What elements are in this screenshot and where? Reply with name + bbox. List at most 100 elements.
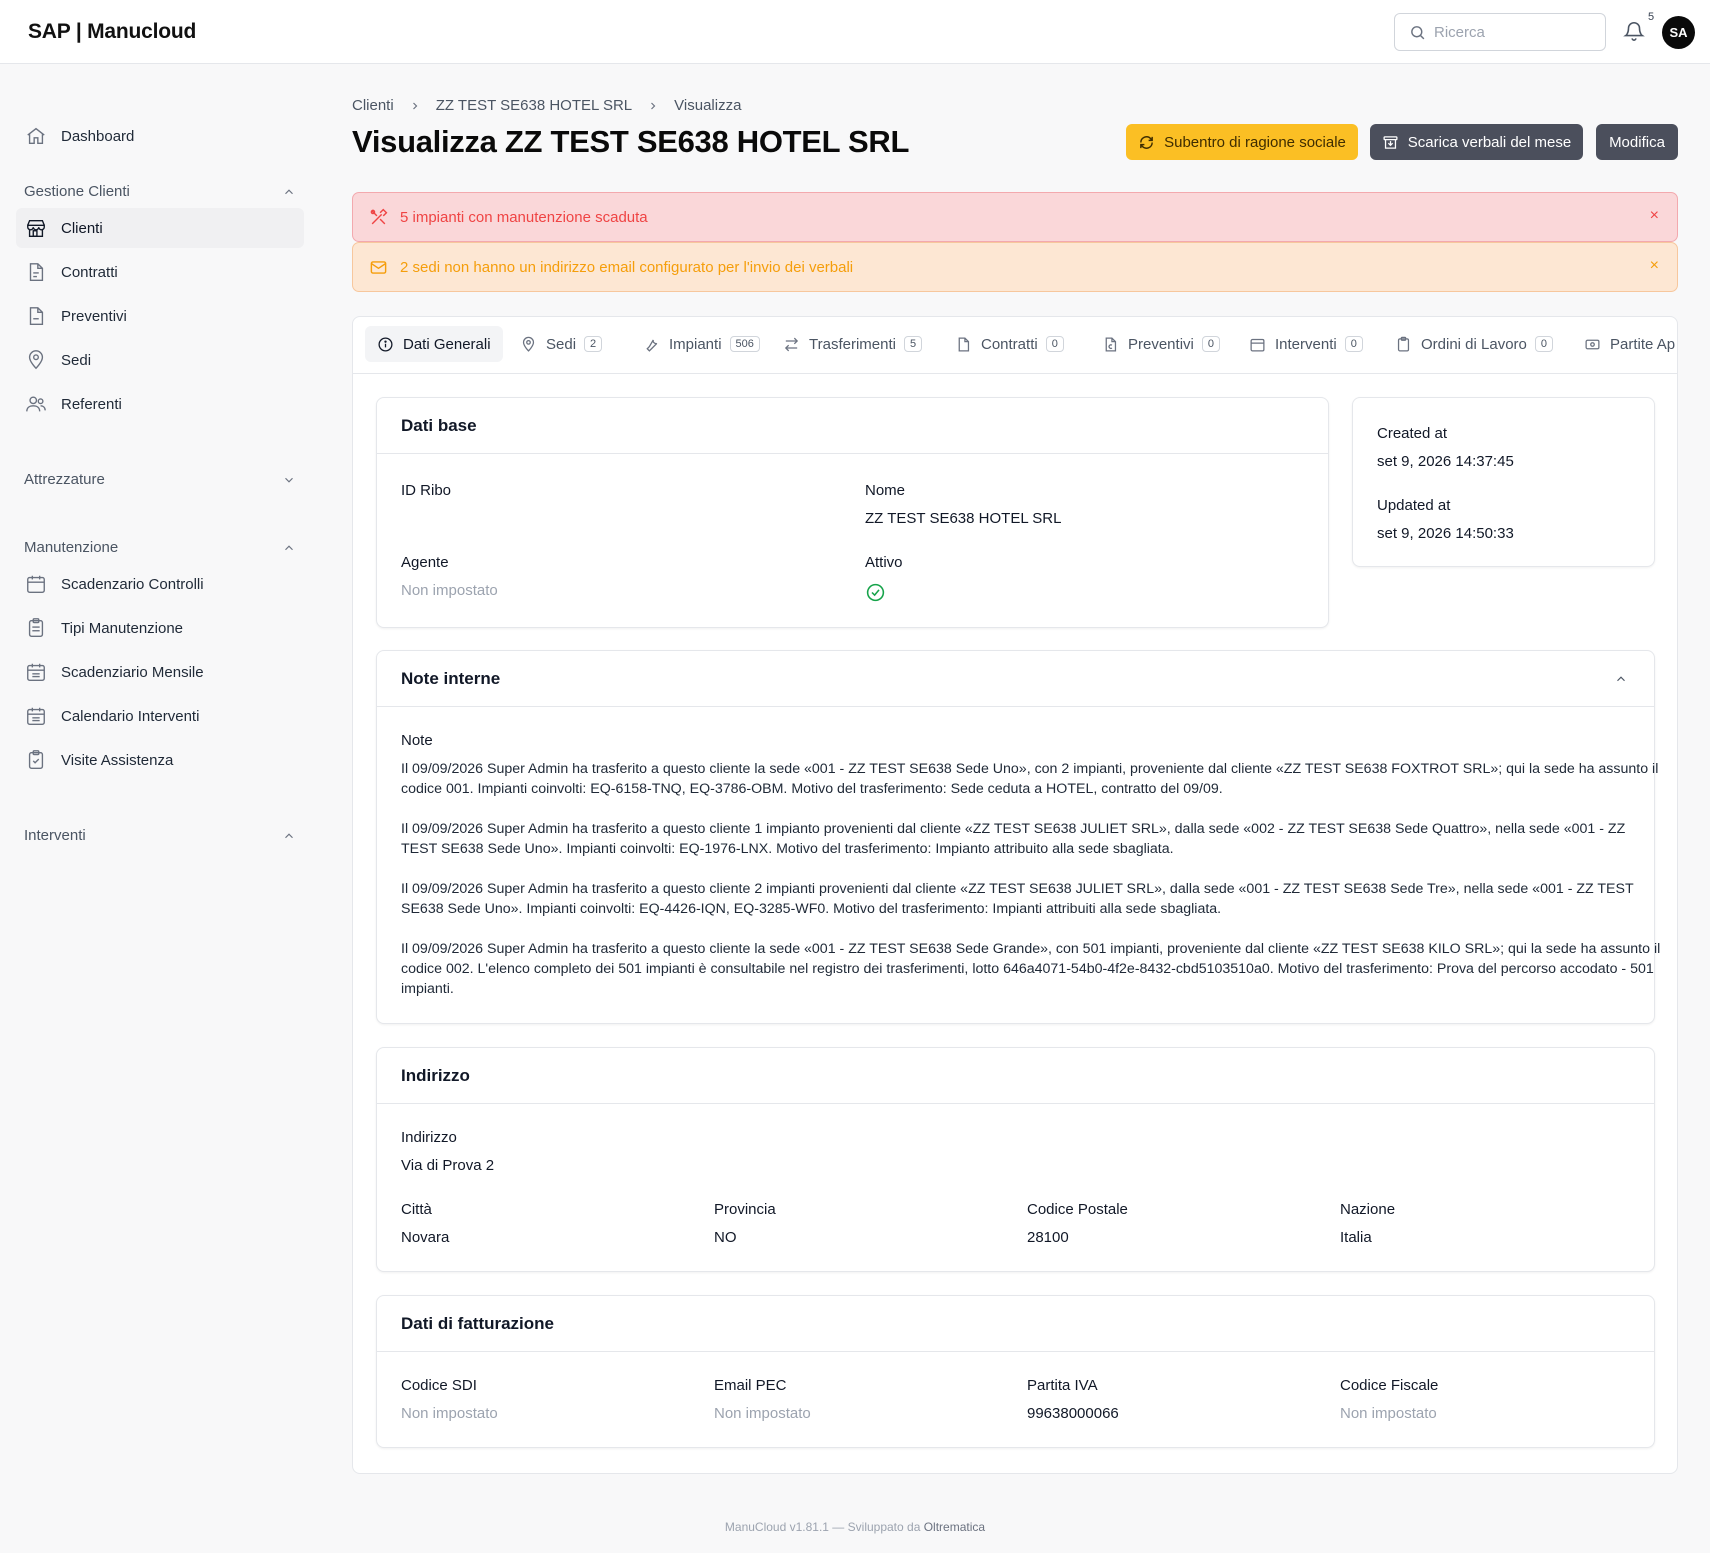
breadcrumb-cliente[interactable]: ZZ TEST SE638 HOTEL SRL: [436, 97, 632, 114]
notifications-count: 5: [1648, 11, 1655, 23]
tab-bar: Dati Generali Sedi 2 Impianti 506 Trasfe…: [353, 317, 1677, 374]
id-ribo-label: ID Ribo: [401, 482, 452, 499]
sidebar-item-preventivi[interactable]: Preventivi: [16, 296, 304, 336]
timestamps-card: Created at set 9, 2026 14:37:45 Updated …: [1352, 397, 1655, 567]
tab-dati-generali[interactable]: Dati Generali: [365, 326, 503, 362]
sidebar-item-dashboard[interactable]: Dashboard: [16, 116, 304, 156]
sidebar-item-label: Tipi Manutenzione: [61, 619, 184, 637]
document-icon: [25, 305, 47, 327]
app-logo[interactable]: SAP | Manucloud: [28, 20, 196, 44]
note-paragraph: Il 09/09/2026 Super Admin ha trasferito …: [401, 941, 1661, 997]
sidebar-item-calendario-interventi[interactable]: Calendario Interventi: [16, 696, 304, 736]
email-alert: 2 sedi non hanno un indirizzo email conf…: [352, 242, 1678, 292]
sidebar-section-manutenzione[interactable]: Manutenzione: [24, 539, 296, 556]
notifications-button[interactable]: [1623, 20, 1645, 42]
sidebar-item-label: Visite Assistenza: [61, 751, 174, 769]
sidebar-item-visite-assistenza[interactable]: Visite Assistenza: [16, 740, 304, 780]
indirizzo-title: Indirizzo: [377, 1048, 1654, 1104]
sidebar-item-clienti[interactable]: Clienti: [16, 208, 304, 248]
sidebar-item-referenti[interactable]: Referenti: [16, 384, 304, 424]
sidebar-section-label: Interventi: [24, 827, 86, 844]
sidebar-item-tipi-manutenzione[interactable]: Tipi Manutenzione: [16, 608, 304, 648]
created-at-label: Created at: [1377, 425, 1448, 442]
chevron-down-icon: [282, 473, 296, 487]
chevron-up-icon: [282, 185, 296, 199]
nome-label: Nome: [865, 482, 906, 499]
sidebar-item-sedi[interactable]: Sedi: [16, 340, 304, 380]
tab-label: Preventivi: [1128, 335, 1194, 353]
tab-preventivi[interactable]: Preventivi 0: [1090, 326, 1232, 362]
scarica-verbali-button[interactable]: Scarica verbali del mese: [1370, 124, 1583, 160]
user-avatar[interactable]: SA: [1662, 16, 1695, 49]
created-at-value: set 9, 2026 14:37:45: [1377, 453, 1514, 470]
document-icon: [955, 336, 972, 353]
tab-count-badge: 2: [584, 336, 603, 352]
email-alert-text: 2 sedi non hanno un indirizzo email conf…: [400, 258, 854, 276]
agente-value: Non impostato: [401, 582, 498, 599]
tab-label: Contratti: [981, 335, 1038, 353]
tab-count-badge: 0: [1344, 336, 1363, 352]
archive-download-icon: [1382, 134, 1399, 151]
note-paragraph: Il 09/09/2026 Super Admin ha trasferito …: [401, 821, 1626, 857]
home-icon: [25, 125, 47, 147]
tab-label: Interventi: [1275, 335, 1337, 353]
tab-sedi[interactable]: Sedi 2: [508, 326, 614, 362]
close-icon[interactable]: ×: [1650, 207, 1659, 225]
sidebar-section-label: Gestione Clienti: [24, 183, 130, 200]
dati-base-card: Dati base ID Ribo Nome ZZ TEST SE638 HOT…: [376, 397, 1329, 628]
note-interne-header[interactable]: Note interne: [377, 651, 1654, 707]
calendar-icon: [25, 573, 47, 595]
tab-label: Ordini di Lavoro: [1421, 335, 1527, 353]
sidebar-section-gestione-clienti[interactable]: Gestione Clienti: [24, 183, 296, 200]
tab-count-badge: 506: [729, 336, 760, 352]
search-icon: [1409, 24, 1426, 41]
updated-at-value: set 9, 2026 14:50:33: [1377, 525, 1514, 542]
tab-partite-aperte[interactable]: Partite Ap: [1572, 326, 1677, 362]
breadcrumb-clienti[interactable]: Clienti: [352, 97, 394, 114]
close-icon[interactable]: ×: [1650, 257, 1659, 275]
tools-icon: [369, 208, 388, 227]
tab-contratti[interactable]: Contratti 0: [943, 326, 1076, 362]
tab-ordini-di-lavoro[interactable]: Ordini di Lavoro 0: [1383, 326, 1565, 362]
sidebar-item-label: Sedi: [61, 351, 92, 369]
tab-label: Trasferimenti: [809, 335, 896, 353]
indirizzo-value: Via di Prova 2: [401, 1157, 495, 1174]
citta-label: Città: [401, 1201, 432, 1218]
tab-trasferimenti[interactable]: Trasferimenti 5: [771, 326, 934, 362]
tab-label: Sedi: [546, 335, 577, 353]
tab-label: Partite Ap: [1610, 335, 1676, 353]
sidebar-item-label: Contratti: [61, 263, 118, 281]
document-euro-icon: [1102, 336, 1119, 353]
chevron-up-icon[interactable]: [1614, 672, 1628, 686]
sidebar-section-attrezzature[interactable]: Attrezzature: [24, 471, 296, 488]
chevron-right-icon: [647, 100, 659, 112]
codice-postale-value: 28100: [1027, 1229, 1069, 1246]
footer-brand-link[interactable]: Oltrematica: [924, 1520, 985, 1534]
citta-value: Novara: [401, 1229, 450, 1246]
tab-impianti[interactable]: Impianti 506: [631, 326, 772, 362]
clipboard-icon: [25, 617, 47, 639]
tab-interventi[interactable]: Interventi 0: [1237, 326, 1375, 362]
sidebar-section-interventi[interactable]: Interventi: [24, 827, 296, 844]
page-title: Visualizza ZZ TEST SE638 HOTEL SRL: [352, 124, 910, 159]
updated-at-label: Updated at: [1377, 497, 1451, 514]
breadcrumb: Clienti ZZ TEST SE638 HOTEL SRL Visualiz…: [352, 97, 741, 114]
search-box[interactable]: [1394, 13, 1606, 51]
modifica-button[interactable]: Modifica: [1596, 124, 1678, 160]
sidebar-item-scadenziario-mensile[interactable]: Scadenziario Mensile: [16, 652, 304, 692]
chevron-right-icon: [409, 100, 421, 112]
provincia-label: Provincia: [714, 1201, 776, 1218]
nome-value: ZZ TEST SE638 HOTEL SRL: [865, 510, 1062, 527]
subentro-button[interactable]: Subentro di ragione sociale: [1126, 124, 1358, 160]
provincia-value: NO: [714, 1229, 737, 1246]
nazione-label: Nazione: [1340, 1201, 1396, 1218]
dati-base-title: Dati base: [377, 398, 1328, 454]
sidebar-item-label: Dashboard: [61, 127, 135, 145]
tab-label: Impianti: [669, 335, 722, 353]
search-input[interactable]: [1434, 23, 1594, 41]
refresh-icon: [1138, 134, 1155, 151]
note-interne-title: Note interne: [401, 668, 501, 688]
sidebar-item-scadenzario-controlli[interactable]: Scadenzario Controlli: [16, 564, 304, 604]
sidebar-section-label: Attrezzature: [24, 471, 105, 488]
sidebar-item-contratti[interactable]: Contratti: [16, 252, 304, 292]
